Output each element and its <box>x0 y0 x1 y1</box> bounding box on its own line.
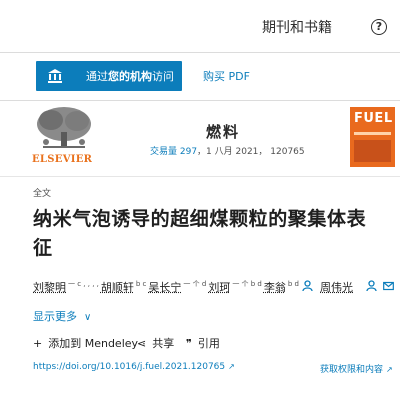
rights-and-content-link[interactable]: 获取权限和内容 ↗ <box>320 362 393 375</box>
author-link[interactable]: 周伟光 <box>320 279 353 295</box>
publisher-name: ELSEVIER <box>32 154 93 165</box>
share-icon: ⋖ <box>137 337 147 350</box>
author-list: 刘黎明一 c , , , , 胡顺轩 b c 吴长宁一 个 d 刘珂一 个 b d 李翁 b… <box>33 279 395 295</box>
author-affiliation: 一 个 d <box>183 280 207 289</box>
top-bar: 期刊和书籍 ? <box>0 0 400 52</box>
author-link[interactable]: 吴长宁 <box>148 279 181 295</box>
quote-icon: ❞ <box>186 337 192 350</box>
journals-and-books-link[interactable]: 期刊和书籍 <box>262 17 332 37</box>
share-button[interactable]: ⋖ 共享 <box>137 335 174 351</box>
external-link-icon: ↗ <box>386 365 393 374</box>
author-affiliation: 一 c , , , , <box>68 280 99 289</box>
author-affiliation: b c <box>135 280 147 289</box>
journal-issue-info: 交易量 297，1 八月 2021， 120765 <box>150 147 305 157</box>
external-link-icon: ↗ <box>228 362 235 371</box>
help-icon[interactable]: ? <box>371 19 387 35</box>
show-more-button[interactable]: 显示更多 ∨ <box>33 308 91 324</box>
author-affiliation: b d <box>287 280 299 289</box>
author-link[interactable]: 李翁 <box>264 279 286 295</box>
cover-title: FUEL <box>354 111 393 126</box>
author-link[interactable]: 刘珂 <box>208 279 230 295</box>
journal-cover-image[interactable]: FUEL <box>350 107 395 167</box>
doi-link[interactable]: https://doi.org/10.1016/j.fuel.2021.1207… <box>33 362 235 372</box>
journal-card: ELSEVIER 燃料 交易量 297，1 八月 2021， 120765 FU… <box>28 104 400 170</box>
cover-graphic <box>354 140 391 162</box>
volume-link[interactable]: 交易量 297 <box>150 147 197 157</box>
chevron-down-icon: ∨ <box>84 312 92 323</box>
person-icon <box>366 280 377 292</box>
cover-strip <box>354 132 391 135</box>
author-affiliation: 一 个 b d <box>232 280 262 289</box>
article-type: 全文 <box>33 189 52 199</box>
article-title: 纳米气泡诱导的超细煤颗粒的聚集体表征 <box>33 208 367 259</box>
author-link[interactable]: 刘黎明 <box>33 279 66 295</box>
cite-button[interactable]: ❞ 引用 <box>186 335 220 351</box>
top-divider <box>0 52 400 53</box>
institution-access-button[interactable]: 通过您的机构访问 <box>36 61 182 91</box>
add-to-mendeley-button[interactable]: + 添加到 Mendeley <box>33 335 138 351</box>
institution-access-label: 通过您的机构访问 <box>86 70 174 83</box>
section-divider <box>0 100 400 101</box>
buy-pdf-link[interactable]: 购买 PDF <box>203 68 250 84</box>
institution-icon <box>48 69 62 83</box>
email-icon[interactable] <box>383 280 394 292</box>
journal-title[interactable]: 燃料 <box>206 121 240 142</box>
plus-icon: + <box>33 337 43 350</box>
person-icon <box>302 280 313 292</box>
journal-divider <box>0 176 400 177</box>
author-link[interactable]: 胡顺轩 <box>101 279 134 295</box>
